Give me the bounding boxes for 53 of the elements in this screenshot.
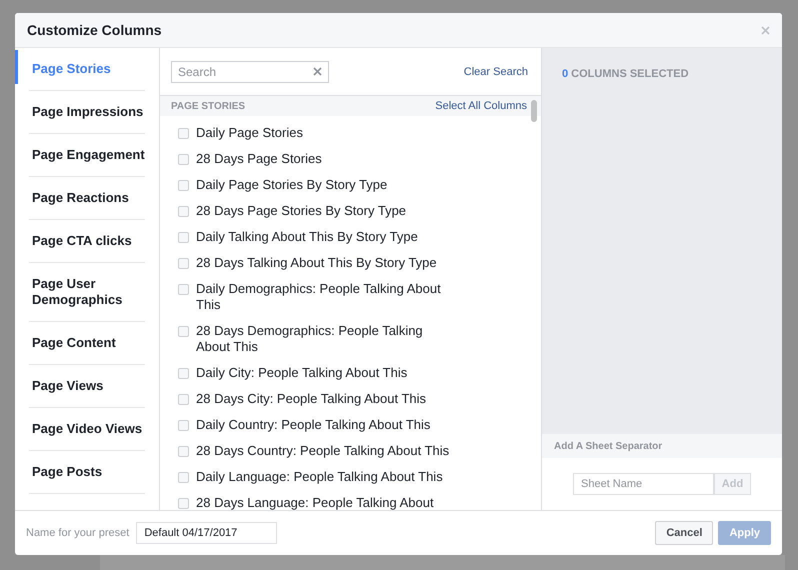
clear-icon[interactable] (313, 66, 322, 76)
checkbox[interactable] (178, 394, 189, 405)
checkbox[interactable] (178, 206, 189, 217)
column-label: Daily City: People Talking About This (196, 365, 408, 381)
column-label: Daily Talking About This By Story Type (196, 229, 418, 245)
checkbox[interactable] (178, 446, 189, 457)
column-label: Daily Demographics: People Talking About This (196, 281, 442, 313)
category-tab[interactable]: Page Views (29, 365, 145, 408)
category-tab[interactable]: Page Posts (29, 451, 145, 494)
checkbox[interactable] (178, 284, 189, 295)
column-label: 28 Days Country: People Talking About This (196, 443, 450, 459)
cancel-button[interactable]: Cancel (655, 521, 714, 545)
checkbox[interactable] (178, 180, 189, 191)
selection-count: 0 COLUMNS SELECTED (562, 68, 690, 80)
separator-header: Add A Sheet Separator (542, 434, 782, 458)
category-tab[interactable]: Page Video Views (29, 408, 145, 451)
clear-search-link[interactable]: Clear Search (464, 66, 528, 78)
active-indicator (15, 50, 18, 84)
category-tab[interactable]: Page Engagement (29, 134, 145, 177)
column-label: Daily Country: People Talking About This (196, 417, 430, 433)
column-label: Daily Language: People Talking About This (196, 469, 443, 485)
category-tab[interactable]: Page CTA clicks (29, 220, 145, 263)
column-label: 28 Days Talking About This By Story Type (196, 255, 437, 271)
section-title: PAGE STORIES (171, 100, 246, 112)
checkbox[interactable] (178, 498, 189, 509)
category-tab[interactable]: Page Impressions (29, 91, 145, 134)
search-field[interactable]: Search (171, 60, 329, 82)
column-label: 28 Days Demographics: People Talking About This (196, 323, 424, 355)
column-label: 28 Days Page Stories (196, 151, 322, 167)
checkbox[interactable] (178, 154, 189, 165)
checkbox[interactable] (178, 420, 189, 431)
category-tab[interactable]: Page User Demographics (29, 263, 145, 322)
select-all-link[interactable]: Select All Columns (435, 100, 527, 112)
checkbox[interactable] (178, 128, 189, 139)
scrollbar-thumb[interactable] (531, 100, 537, 122)
checkbox[interactable] (178, 258, 189, 269)
category-tab[interactable]: Page Stories (29, 48, 145, 91)
checkbox[interactable] (178, 326, 189, 337)
category-tab[interactable]: Page Reactions (29, 177, 145, 220)
category-tab[interactable]: Page Content (29, 322, 145, 365)
column-label: 28 Days Language: People Talking About (196, 495, 434, 510)
checkbox[interactable] (178, 368, 189, 379)
column-label: 28 Days Page Stories By Story Type (196, 203, 406, 219)
sheet-name-field[interactable]: Sheet Name (573, 473, 714, 495)
column-label: Daily Page Stories By Story Type (196, 177, 388, 193)
checkbox[interactable] (178, 472, 189, 483)
preset-name-field[interactable]: Default 04/17/2017 (136, 522, 278, 544)
checkbox[interactable] (178, 232, 189, 243)
preset-label: Name for your preset (26, 527, 130, 539)
close-icon[interactable] (761, 26, 770, 34)
column-label: Daily Page Stories (196, 125, 303, 141)
column-label: 28 Days City: People Talking About This (196, 391, 426, 407)
dialog-title: Customize Columns (27, 22, 162, 38)
